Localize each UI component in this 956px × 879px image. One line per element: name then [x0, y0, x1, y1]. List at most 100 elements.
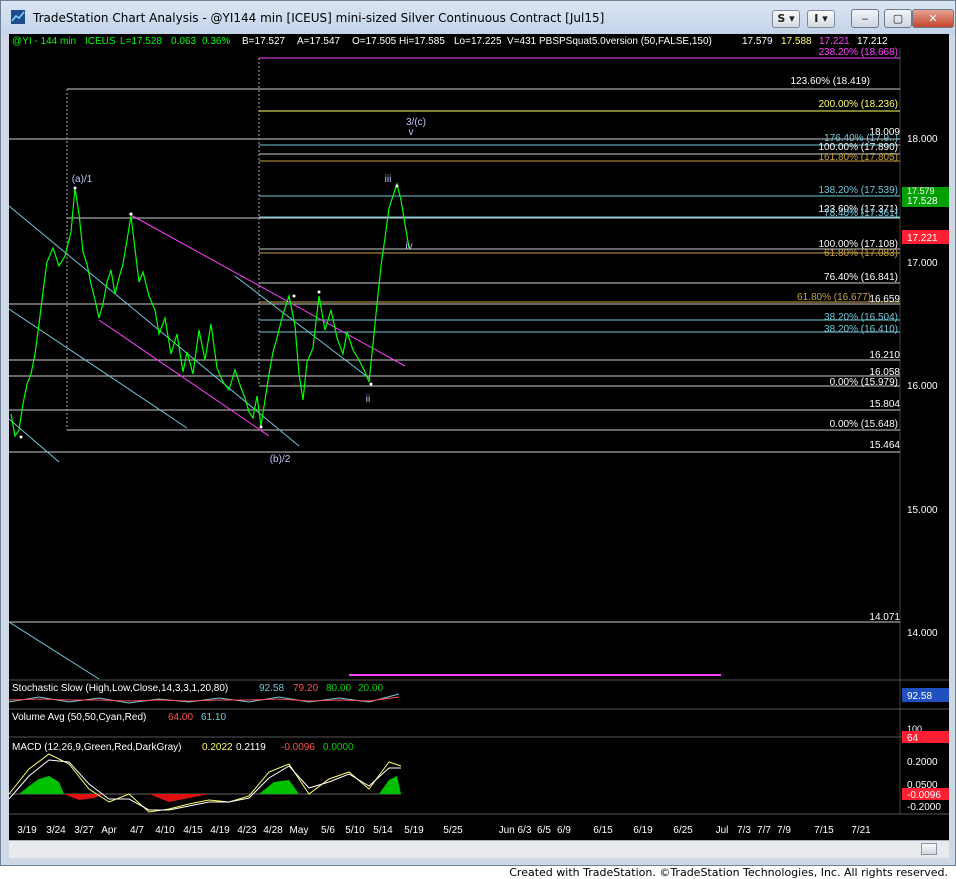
macd-value-4: 0.0000: [323, 742, 354, 753]
stochastic-label: Stochastic Slow (High,Low,Close,14,3,3,1…: [12, 683, 228, 694]
macd-value-2: 0.2119: [236, 742, 266, 753]
wave-label-b2: (b)/2: [270, 454, 291, 465]
fib-label: 61.80% (17.083): [824, 248, 898, 259]
date-tick: 7/7: [757, 825, 771, 836]
horizontal-scrollbar[interactable]: [9, 840, 949, 858]
date-tick: 3/27: [74, 825, 94, 836]
date-tick: 5/19: [404, 825, 424, 836]
price-axis: 18.000 17.000 16.000 15.000 14.000 17.57…: [902, 134, 949, 639]
fib-label: 38.20% (16.504): [824, 312, 898, 323]
title-bar: TradeStation Chart Analysis - @YI144 min…: [1, 1, 955, 35]
macd-value-3: -0.0096: [281, 742, 315, 753]
chart-window: TradeStation Chart Analysis - @YI144 min…: [0, 0, 956, 866]
fib-label: 16.659: [869, 294, 900, 305]
fib-label: 0.00% (15.979): [830, 377, 898, 388]
date-tick: 7/15: [814, 825, 834, 836]
i-menu-button[interactable]: I ▾: [807, 10, 835, 28]
date-tick: 4/15: [183, 825, 203, 836]
date-tick: 4/7: [130, 825, 144, 836]
header-symbol: @YI - 144 min: [12, 36, 76, 47]
date-tick: 3/19: [17, 825, 37, 836]
date-tick: 7/21: [851, 825, 871, 836]
stoch-value-2: 79.20: [293, 683, 318, 694]
macd-axis-tick: 0.2000: [907, 757, 938, 768]
s-button-label: S: [777, 12, 786, 25]
date-tick: May: [290, 825, 309, 836]
date-tick: 7/3: [737, 825, 751, 836]
header-bid: B=17.527: [242, 36, 286, 47]
volume-value-2: 61.10: [201, 712, 226, 723]
header-exchange: ICEUS: [85, 36, 116, 47]
header-low: Lo=17.225: [454, 36, 502, 47]
wave-label-v: v: [409, 127, 414, 138]
date-tick: 4/28: [263, 825, 283, 836]
last-price-top: 17.579: [907, 186, 935, 196]
wave-label-ii: ii: [366, 394, 370, 405]
header-open: O=17.505: [352, 36, 397, 47]
date-tick: 6/5: [537, 825, 551, 836]
s-menu-button[interactable]: S ▾: [772, 10, 800, 28]
fib-label: 15.464: [869, 440, 900, 451]
copyright-text: Created with TradeStation. ©TradeStation…: [509, 866, 948, 879]
date-axis: 3/19 3/24 3/27 Apr 4/7 4/10 4/15 4/19 4/…: [17, 825, 871, 836]
wave-label-a1: (a)/1: [72, 174, 93, 185]
header-change-pct: 0.36%: [202, 36, 230, 47]
fib-label: 123.60% (18.419): [790, 76, 870, 87]
date-tick: 6/9: [557, 825, 571, 836]
header-change: 0.063: [171, 36, 196, 47]
wave-label-iv: iv: [405, 241, 412, 252]
volume-label: Volume Avg (50,50,Cyan,Red): [12, 712, 146, 723]
header-last: L=17.528: [120, 36, 162, 47]
macd-label: MACD (12,26,9,Green,Red,DarkGray): [12, 742, 182, 753]
stoch-value-4: 20.00: [358, 683, 383, 694]
i-button-label: I: [814, 12, 819, 25]
volume-axis-value: 64: [907, 733, 919, 744]
wave-label-iii: iii: [385, 174, 392, 185]
stochastic-pane: Stochastic Slow (High,Low,Close,14,3,3,1…: [9, 683, 949, 704]
footer: Created with TradeStation. ©TradeStation…: [0, 866, 956, 879]
fib-label: 0.00% (15.648): [830, 419, 898, 430]
header-high: Hi=17.585: [399, 36, 445, 47]
stoch-axis-value: 92.58: [907, 691, 932, 702]
fib-label: 15.804: [869, 399, 900, 410]
fib-label: 61.80% (16.677): [797, 292, 871, 303]
volume-value-1: 64.00: [168, 712, 193, 723]
date-tick: 4/23: [237, 825, 257, 836]
macd-axis-tick: -0.2000: [907, 802, 941, 813]
date-tick: 6/25: [673, 825, 693, 836]
date-tick: 7/9: [777, 825, 791, 836]
fib-label: 14.071: [869, 612, 900, 623]
macd-axis-tick: -0.0096: [907, 790, 941, 801]
last-price-marker: 17.528: [907, 196, 938, 207]
date-tick: 3/24: [46, 825, 66, 836]
fib-lines: [9, 57, 900, 623]
date-tick: Apr: [101, 825, 117, 836]
chart-area[interactable]: @YI - 144 min ICEUS L=17.528 0.063 0.36%…: [9, 34, 949, 840]
fib-label: 76.40% (16.841): [824, 272, 898, 283]
fib-label: 238.20% (18.668): [818, 47, 898, 58]
maximize-button[interactable]: ▢: [884, 9, 912, 28]
price-tick: 14.000: [907, 628, 938, 639]
trend-channels: [9, 205, 721, 680]
study-value-3: 17.221: [819, 36, 850, 47]
macd-value-1: 0.2022: [202, 742, 233, 753]
price-tick: 18.000: [907, 134, 938, 145]
date-tick: Jul: [716, 825, 729, 836]
study-value-4: 17.212: [857, 36, 888, 47]
close-button[interactable]: ✕: [912, 9, 954, 28]
date-tick: Jun 6/3: [499, 825, 532, 836]
date-tick: 5/6: [321, 825, 335, 836]
date-tick: 4/19: [210, 825, 230, 836]
date-tick: 6/19: [633, 825, 653, 836]
macd-pane: MACD (12,26,9,Green,Red,DarkGray) 0.2022…: [9, 742, 949, 813]
minimize-button[interactable]: ‒: [851, 9, 879, 28]
header-volume: V=431: [507, 36, 537, 47]
fib-label: 200.00% (18.236): [818, 99, 898, 110]
header-study: PBSPSquat5.0version (50,FALSE,150): [539, 36, 712, 47]
price-tick: 16.000: [907, 381, 938, 392]
price-series: [10, 181, 410, 438]
fib-labels: 238.20% (18.668) 123.60% (18.419) 200.00…: [790, 47, 900, 623]
date-tick: 4/10: [155, 825, 175, 836]
scrollbar-thumb[interactable]: [921, 843, 937, 855]
study-value-1: 17.579: [742, 36, 773, 47]
